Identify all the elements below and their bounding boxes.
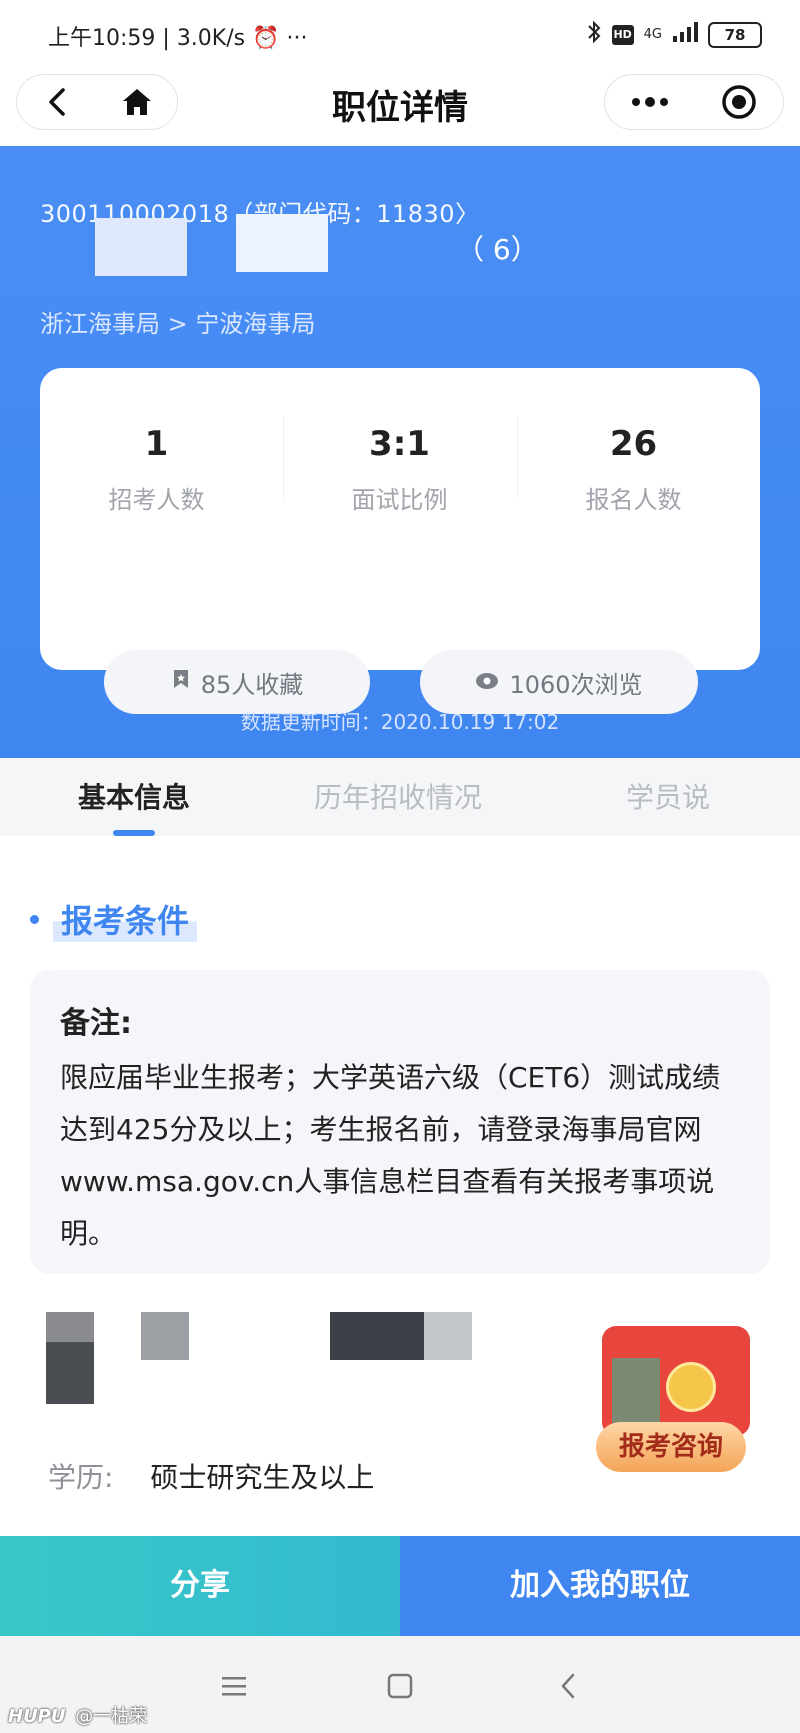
close-miniprogram-icon[interactable] [717,80,761,124]
nav-right-capsule [604,74,784,130]
status-left: 上午10:59 | 3.0K/s ⏰ ··· [48,20,307,52]
signal-icon [672,21,698,48]
bluetooth-icon [586,20,602,49]
redacted-block [46,1312,94,1342]
education-row: 学历: 硕士研究生及以上 [48,1456,374,1496]
views-count: 1060次浏览 [509,670,643,699]
note-text: 限应届毕业生报考；大学英语六级（CET6）测试成绩达到425分及以上；考生报名前… [60,1061,721,1250]
eye-icon [475,668,499,696]
network-speed: 3.0K/s [176,26,246,51]
redacted-block [330,1312,424,1360]
more-menu-icon[interactable] [628,80,672,124]
favorite-button[interactable]: 85人收藏 [104,650,370,714]
job-header: 300110002018（部门代码：11830〉 （ 6） 浙江海事局 > 宁波… [0,146,800,758]
redacted-block [95,218,187,276]
stat-value: 1 [144,424,169,464]
stat-value: 3:1 [369,424,430,464]
stat-interview-ratio: 3:1 面试比例 [283,424,516,515]
tab-student-reviews[interactable]: 学员说 [626,776,710,816]
watermark: HUPU @一枯荣 [8,1702,147,1728]
redacted-block [612,1358,660,1430]
education-label: 学历: [48,1461,114,1494]
stat-label: 面试比例 [351,486,448,514]
watermark-user: @一枯荣 [75,1706,148,1727]
redacted-block [236,214,328,272]
coin-icon [666,1362,716,1412]
section-bullet [30,914,39,924]
consult-label: 报考咨询 [596,1422,746,1472]
redacted-block [424,1312,472,1360]
views-counter: 1060次浏览 [420,650,698,714]
section-header: 报考条件 [30,896,198,942]
consult-float-button[interactable]: 报考咨询 [572,1306,760,1476]
breadcrumb: 浙江海事局 > 宁波海事局 [40,310,316,338]
stat-applicant-count: 26 报名人数 [517,424,750,515]
stat-value: 26 [609,424,658,464]
hd-badge: HD [611,24,634,45]
back-triangle-icon[interactable] [548,1666,588,1706]
note-title: 备注: [60,1006,132,1041]
battery-icon: 78 [708,21,762,48]
alarm-icon: ⏰ [252,26,287,51]
tab-history[interactable]: 历年招收情况 [314,776,482,816]
share-button[interactable]: 分享 [0,1536,400,1636]
bookmark-icon [171,668,191,696]
hupu-logo: HUPU [8,1706,66,1727]
update-time: 数据更新时间：2020.10.19 17:02 [240,710,560,734]
education-value: 硕士研究生及以上 [150,1461,375,1494]
note-box: 备注: 限应届毕业生报考；大学英语六级（CET6）测试成绩达到425分及以上；考… [30,970,770,1274]
status-time: 上午10:59 [48,26,156,51]
network-type: 4G [643,27,662,42]
section-title: 报考条件 [53,896,198,942]
redacted-block [141,1312,189,1360]
tab-basic-info[interactable]: 基本信息 [78,776,190,816]
stat-recruit-count: 1 招考人数 [40,424,273,515]
nav-bar: 职位详情 [0,70,800,146]
tab-bar: 基本信息 历年招收情况 学员说 [0,758,800,836]
status-separator: | [162,26,177,51]
favorites-count: 85人收藏 [200,670,304,699]
status-right: HD 4G 78 [586,20,762,49]
add-to-my-jobs-button[interactable]: 加入我的职位 [400,1536,800,1636]
more-dots-icon: ··· [286,26,308,51]
home-square-icon[interactable] [380,1666,420,1706]
stats-card: 1 招考人数 3:1 面试比例 26 报名人数 85人收藏 1060次浏览 [40,368,760,714]
menu-icon[interactable] [214,1666,254,1706]
stat-label: 招考人数 [108,486,205,514]
job-title-fragment: （ 6） [456,233,539,266]
status-bar: 上午10:59 | 3.0K/s ⏰ ··· HD 4G 78 [0,0,800,70]
stat-label: 报名人数 [585,486,682,514]
